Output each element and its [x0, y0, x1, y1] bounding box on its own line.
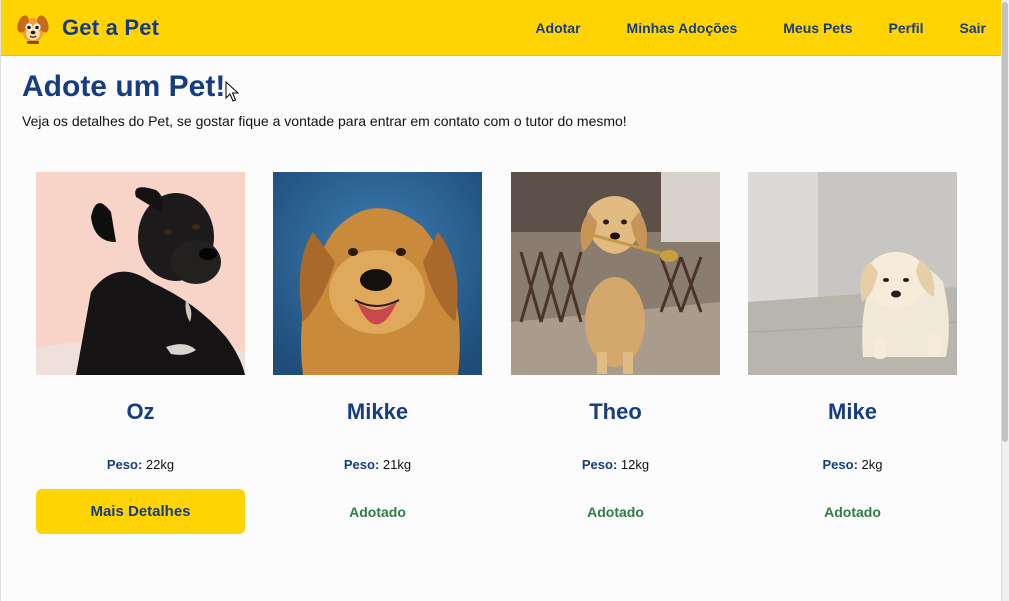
- pet-weight: Peso: 12kg: [511, 457, 720, 473]
- nav-link-minhas-adocoes[interactable]: Minhas Adoções: [627, 20, 738, 36]
- dog-logo-icon: [17, 14, 49, 44]
- nav-link-adotar[interactable]: Adotar: [535, 20, 580, 36]
- weight-label: Peso:: [581, 457, 618, 472]
- pet-photo[interactable]: [273, 172, 482, 375]
- adopted-status: Adotado: [587, 503, 644, 520]
- pet-name: Mike: [828, 399, 877, 424]
- more-details-button[interactable]: Mais Detalhes: [36, 489, 245, 534]
- pet-photo[interactable]: [36, 172, 245, 375]
- adopted-status: Adotado: [349, 503, 406, 520]
- weight-value: 21kg: [382, 457, 412, 472]
- nav-link-meus-pets[interactable]: Meus Pets: [783, 20, 852, 36]
- browser-viewport: Get a Pet Adotar Minhas Adoções Meus Pet…: [0, 0, 1002, 601]
- weight-label: Peso:: [822, 457, 858, 472]
- pet-weight: Peso: 2kg: [748, 457, 957, 473]
- weight-value: 12kg: [620, 457, 650, 472]
- weight-label: Peso:: [343, 457, 380, 472]
- weight-value: 22kg: [145, 457, 175, 472]
- pet-action: Adotado: [748, 489, 957, 534]
- pet-name: Mikke: [346, 399, 409, 424]
- nav-link-sair[interactable]: Sair: [960, 20, 986, 36]
- vertical-scrollbar[interactable]: [1001, 0, 1009, 601]
- adopted-status: Adotado: [824, 503, 881, 520]
- brand[interactable]: Get a Pet: [15, 10, 159, 46]
- pet-weight: Peso: 21kg: [273, 457, 482, 473]
- pet-card: Theo Peso: 12kg Adotado: [511, 172, 720, 534]
- weight-label: Peso:: [106, 457, 143, 472]
- pet-weight: Peso: 22kg: [36, 457, 245, 473]
- pet-grid: Oz Peso: 22kg Mais Detalhes Mikke Peso: …: [36, 172, 966, 552]
- pet-photo[interactable]: [511, 172, 720, 375]
- mouse-cursor-icon: [225, 81, 239, 102]
- pet-action: Adotado: [511, 489, 720, 534]
- pet-name: Theo: [589, 399, 642, 424]
- pet-card: Oz Peso: 22kg Mais Detalhes: [36, 172, 245, 534]
- navbar: Get a Pet Adotar Minhas Adoções Meus Pet…: [1, 0, 1002, 56]
- pet-card: Mike Peso: 2kg Adotado: [748, 172, 957, 534]
- brand-name: Get a Pet: [62, 14, 160, 40]
- scrollbar-thumb[interactable]: [1002, 2, 1008, 442]
- page-subtitle: Veja os detalhes do Pet, se gostar fique…: [22, 113, 627, 129]
- pet-action: Adotado: [273, 489, 482, 534]
- pet-action: Mais Detalhes: [36, 489, 245, 534]
- pet-photo[interactable]: [748, 172, 957, 375]
- page-title: Adote um Pet!: [22, 70, 226, 103]
- nav-link-perfil[interactable]: Perfil: [889, 20, 924, 36]
- pet-name: Oz: [126, 399, 155, 424]
- weight-value: 2kg: [861, 457, 883, 472]
- nav-links: Adotar Minhas Adoções Meus Pets Perfil S…: [535, 0, 986, 56]
- pet-card: Mikke Peso: 21kg Adotado: [273, 172, 482, 534]
